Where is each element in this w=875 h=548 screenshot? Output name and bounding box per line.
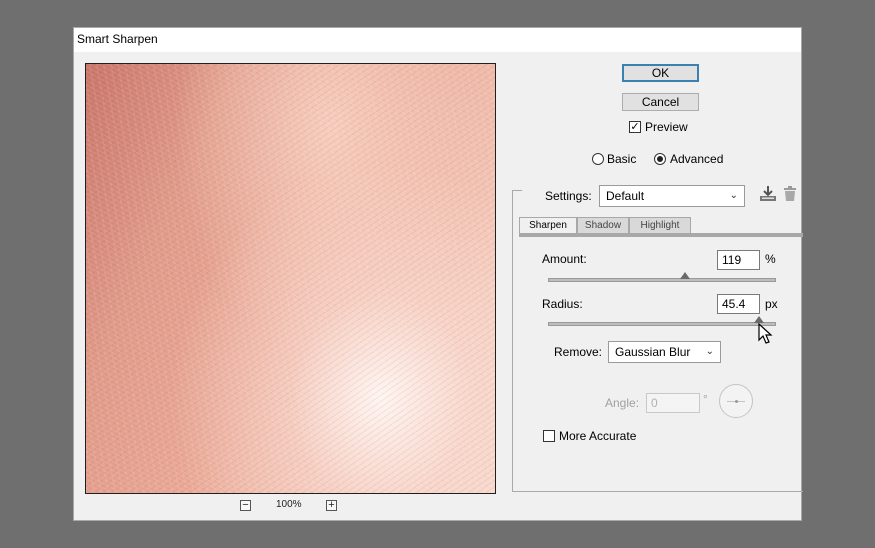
angle-dial-center — [735, 400, 738, 403]
skin-texture — [86, 64, 495, 493]
angle-input: 0 — [646, 393, 700, 413]
basic-label: Basic — [607, 152, 637, 166]
zoom-in-button[interactable]: + — [326, 500, 337, 511]
amount-unit: % — [765, 252, 776, 266]
angle-unit: ° — [703, 392, 708, 406]
zoom-out-button[interactable]: − — [240, 500, 251, 511]
amount-slider[interactable] — [548, 272, 776, 282]
radius-slider[interactable] — [548, 316, 776, 326]
chevron-down-icon: ⌄ — [729, 190, 738, 201]
pointer-cursor-icon — [758, 323, 773, 344]
amount-slider-thumb[interactable] — [679, 272, 690, 279]
ok-button[interactable]: OK — [622, 64, 699, 82]
window-title: Smart Sharpen — [77, 32, 158, 46]
amount-input[interactable]: 119 — [717, 250, 760, 270]
settings-label: Settings: — [545, 189, 592, 203]
zoom-level: 100% — [276, 499, 302, 510]
preview-checkbox[interactable]: ✓ — [629, 121, 641, 133]
angle-dial — [719, 384, 753, 418]
smart-sharpen-dialog: Smart Sharpen − 100% + OK Cancel ✓ Previ… — [73, 27, 803, 521]
amount-label: Amount: — [542, 252, 587, 266]
angle-label: Angle: — [605, 396, 640, 410]
trash-icon[interactable] — [783, 186, 797, 207]
settings-select[interactable]: Default ⌄ — [599, 185, 745, 207]
radius-slider-thumb[interactable] — [754, 316, 765, 323]
preview-label: Preview — [645, 120, 688, 134]
more-accurate-checkbox[interactable] — [543, 430, 555, 442]
remove-select[interactable]: Gaussian Blur ⌄ — [608, 341, 721, 363]
advanced-label: Advanced — [670, 152, 724, 166]
basic-radio[interactable] — [592, 153, 604, 165]
cancel-button[interactable]: Cancel — [622, 93, 699, 111]
radius-input[interactable]: 45.4 — [717, 294, 760, 314]
advanced-radio[interactable] — [654, 153, 666, 165]
zoom-controls: − 100% + — [240, 499, 340, 515]
tab-highlight[interactable]: Highlight — [629, 217, 691, 233]
remove-label: Remove: — [554, 345, 603, 359]
remove-value: Gaussian Blur — [615, 345, 691, 359]
more-accurate-label: More Accurate — [559, 429, 637, 443]
download-icon[interactable] — [758, 185, 778, 208]
radio-selected-dot — [657, 156, 663, 162]
tab-strip: Sharpen Shadow Highlight — [519, 217, 803, 237]
chevron-down-icon: ⌄ — [705, 346, 714, 357]
tab-sharpen[interactable]: Sharpen — [519, 217, 577, 233]
radius-unit: px — [765, 297, 778, 311]
tab-shadow[interactable]: Shadow — [577, 217, 629, 233]
radius-label: Radius: — [542, 297, 583, 311]
preview-image[interactable] — [85, 63, 496, 494]
title-bar: Smart Sharpen — [74, 28, 801, 52]
settings-value: Default — [606, 189, 645, 203]
